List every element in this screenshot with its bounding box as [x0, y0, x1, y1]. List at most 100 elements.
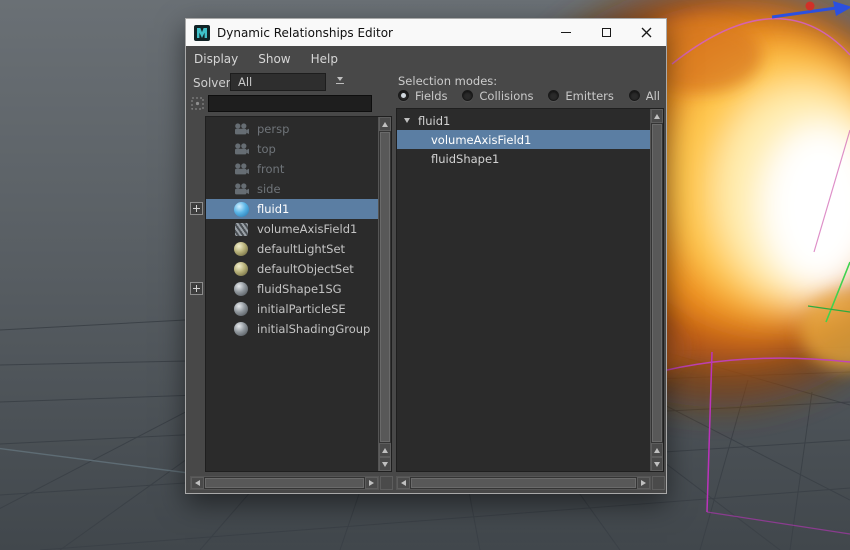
list-item-persp[interactable]: persp	[206, 119, 378, 139]
minimize-button[interactable]	[546, 19, 586, 46]
search-input[interactable]	[208, 95, 372, 112]
arrow-down-icon	[654, 461, 660, 467]
menu-display[interactable]: Display	[194, 52, 238, 66]
manipulator-point[interactable]	[805, 1, 815, 11]
list-item-label: fluid1	[257, 202, 290, 216]
mode-label: All	[645, 88, 660, 103]
list-item-defaultlightset[interactable]: defaultLightSet	[206, 239, 378, 259]
radio-all-icon[interactable]	[628, 90, 640, 101]
list-item-defaultobjectset[interactable]: defaultObjectSet	[206, 259, 378, 279]
scroll-thumb[interactable]	[205, 478, 364, 488]
dynamic-relationships-editor-window: Dynamic Relationships Editor Display Sho…	[185, 18, 667, 494]
arrow-up-icon	[382, 447, 388, 453]
camera-icon	[233, 142, 249, 156]
arrow-right-icon	[641, 480, 646, 486]
scroll-thumb[interactable]	[411, 478, 636, 488]
menu-help[interactable]: Help	[311, 52, 338, 66]
scroll-thumb[interactable]	[380, 132, 390, 442]
scroll-track[interactable]	[379, 131, 391, 443]
solver-label: Solver	[193, 76, 231, 90]
minimize-icon	[561, 32, 571, 33]
mode-all[interactable]: All	[628, 88, 660, 103]
scroll-left-button[interactable]	[191, 477, 204, 489]
radio-emitters-icon[interactable]	[548, 90, 560, 101]
set-sphere-icon	[233, 242, 249, 256]
mode-collisions[interactable]: Collisions	[462, 89, 534, 103]
filter-icon	[191, 97, 204, 110]
camera-icon	[233, 182, 249, 196]
close-button[interactable]	[626, 19, 666, 46]
tree-item-volumeaxisfield1[interactable]: volumeAxisField1	[397, 130, 650, 149]
filter-button[interactable]	[190, 96, 205, 111]
scroll-up-button[interactable]	[651, 109, 663, 123]
solver-dropdown[interactable]: All	[230, 73, 326, 91]
maya-viewport[interactable]: Dynamic Relationships Editor Display Sho…	[0, 0, 850, 550]
radio-collisions-icon[interactable]	[462, 90, 474, 101]
arrow-up-icon	[654, 113, 660, 119]
mode-label: Fields	[415, 88, 448, 103]
fluid-icon	[233, 201, 249, 217]
scroll-up-button-2[interactable]	[379, 443, 391, 457]
tree-vertical-scrollbar[interactable]	[650, 109, 663, 471]
outliner-vertical-scrollbar[interactable]	[378, 117, 391, 471]
solver-dropdown-arrow[interactable]	[334, 77, 346, 89]
outliner-list: persp top front side fluid1 volumeAxisFi…	[206, 117, 378, 471]
list-item-label: volumeAxisField1	[257, 222, 358, 236]
list-item-fluidshape1sg[interactable]: fluidShape1SG	[206, 279, 378, 299]
list-item-label: defaultLightSet	[257, 242, 346, 256]
outliner-horizontal-scrollbar[interactable]	[190, 476, 379, 490]
tree-root-fluid1[interactable]: fluid1	[397, 111, 650, 130]
maximize-button[interactable]	[586, 19, 626, 46]
scroll-track[interactable]	[651, 123, 663, 443]
window-title: Dynamic Relationships Editor	[217, 25, 393, 40]
scroll-track[interactable]	[204, 477, 365, 489]
tree-item-label: fluidShape1	[431, 151, 500, 166]
scroll-down-button[interactable]	[651, 457, 663, 471]
menu-bar: Display Show Help	[194, 50, 338, 68]
scroll-right-button[interactable]	[365, 477, 378, 489]
list-item-initialparticlese[interactable]: initialParticleSE	[206, 299, 378, 319]
list-item-label: defaultObjectSet	[257, 262, 354, 276]
list-item-label: front	[257, 162, 285, 176]
arrow-down-icon	[382, 461, 388, 467]
list-item-label: initialParticleSE	[257, 302, 346, 316]
list-item-front[interactable]: front	[206, 159, 378, 179]
camera-icon	[233, 162, 249, 176]
menu-show[interactable]: Show	[258, 52, 290, 66]
list-item-volumeaxisfield1[interactable]: volumeAxisField1	[206, 219, 378, 239]
maximize-icon	[601, 28, 611, 37]
radio-fields-icon[interactable]	[398, 90, 409, 101]
editor-body: Display Show Help Solver All persp top f…	[186, 46, 666, 493]
expand-fluidshape1sg-icon[interactable]	[190, 282, 203, 295]
collapse-triangle-icon[interactable]	[404, 118, 410, 123]
mode-label: Emitters	[565, 88, 614, 103]
mode-fields[interactable]: Fields	[398, 89, 448, 103]
selection-modes-label: Selection modes:	[398, 74, 498, 88]
list-item-top[interactable]: top	[206, 139, 378, 159]
scroll-thumb[interactable]	[652, 124, 662, 442]
expand-fluid1-icon[interactable]	[190, 202, 203, 215]
solver-dropdown-value: All	[238, 75, 253, 89]
volume-axis-field-icon	[233, 222, 249, 236]
scroll-right-button[interactable]	[637, 477, 650, 489]
mode-emitters[interactable]: Emitters	[548, 88, 614, 103]
list-item-fluid1[interactable]: fluid1	[206, 199, 378, 219]
arrow-up-icon	[382, 121, 388, 127]
scroll-left-button[interactable]	[397, 477, 410, 489]
scrollbar-corner	[380, 476, 393, 490]
scroll-up-button-2[interactable]	[651, 443, 663, 457]
shading-group-icon	[233, 282, 249, 296]
tree-horizontal-scrollbar[interactable]	[396, 476, 651, 490]
scroll-down-button[interactable]	[379, 457, 391, 471]
window-titlebar[interactable]: Dynamic Relationships Editor	[186, 19, 666, 46]
arrow-left-icon	[401, 480, 406, 486]
tree-item-fluidshape1[interactable]: fluidShape1	[397, 149, 650, 168]
list-item-label: persp	[257, 122, 290, 136]
scroll-up-button[interactable]	[379, 117, 391, 131]
scroll-track[interactable]	[410, 477, 637, 489]
shading-group-icon	[233, 302, 249, 316]
shading-group-icon	[233, 322, 249, 336]
list-item-side[interactable]: side	[206, 179, 378, 199]
arrow-right-icon	[369, 480, 374, 486]
list-item-initialshadinggroup[interactable]: initialShadingGroup	[206, 319, 378, 339]
